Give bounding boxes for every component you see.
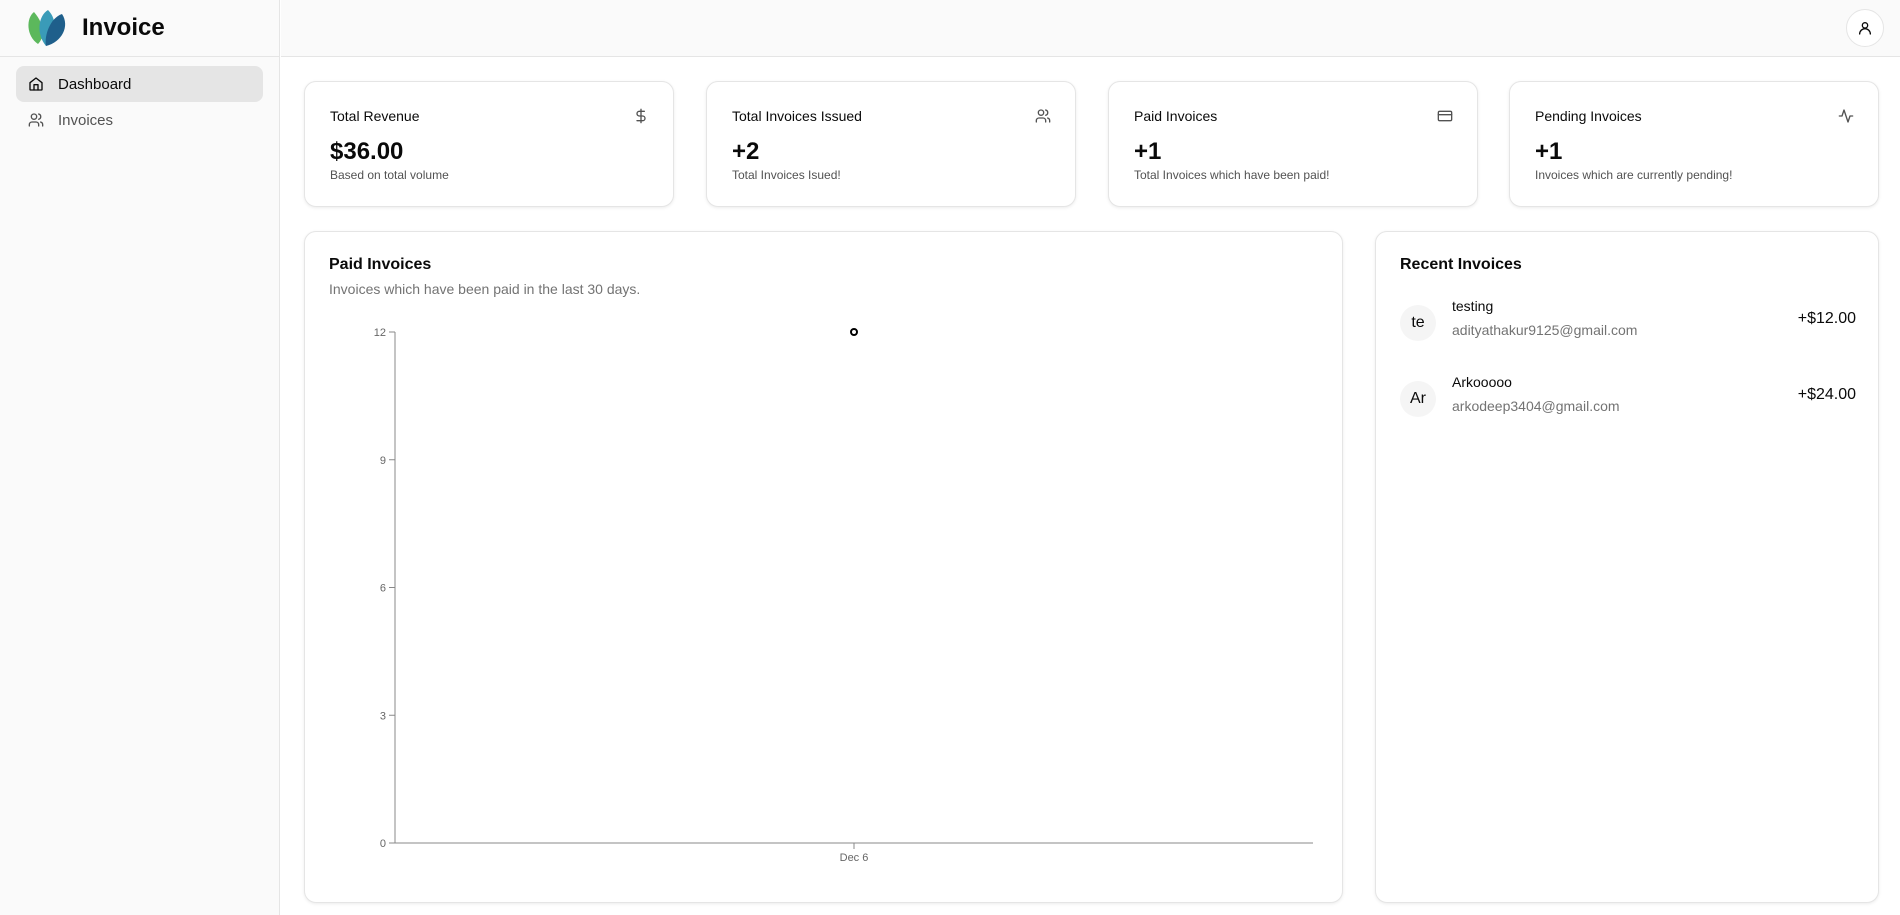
data-point <box>850 328 858 336</box>
recent-invoice-amount: +$12.00 <box>1797 310 1856 327</box>
stat-value: $36.00 <box>330 138 404 165</box>
stat-value: +1 <box>1134 138 1162 165</box>
stat-value: +2 <box>732 138 760 165</box>
credit-card-icon <box>1437 110 1453 122</box>
brand[interactable]: Invoice <box>24 6 165 50</box>
sidebar-item-label: Dashboard <box>58 75 132 93</box>
recent-invoice-name: Arkooooo <box>1452 374 1512 390</box>
recent-invoices-title: Recent Invoices <box>1400 256 1522 273</box>
logo-icon <box>28 10 66 46</box>
stat-title: Total Revenue <box>330 108 420 124</box>
brand-title: Invoice <box>82 14 165 41</box>
recent-invoice-email: arkodeep3404@gmail.com <box>1452 398 1620 414</box>
y-tick-label: 0 <box>380 838 386 850</box>
sidebar-nav: Dashboard Invoices <box>16 66 263 138</box>
sidebar-item-dashboard[interactable]: Dashboard <box>16 66 263 102</box>
sidebar-item-invoices[interactable]: Invoices <box>16 102 263 138</box>
sidebar-divider <box>0 56 280 57</box>
recent-invoice-email: adityathakur9125@gmail.com <box>1452 322 1638 338</box>
sidebar: Invoice Dashboard Invoices <box>0 0 280 915</box>
y-tick-label: 9 <box>380 455 386 467</box>
sidebar-item-label: Invoices <box>58 111 114 129</box>
users-icon <box>1035 109 1051 123</box>
avatar: Ar <box>1400 381 1436 417</box>
stat-title: Pending Invoices <box>1535 108 1642 124</box>
y-tick-label: 3 <box>380 710 386 722</box>
dollar-icon <box>636 108 646 124</box>
stat-subtitle: Invoices which are currently pending! <box>1535 168 1733 182</box>
stat-title: Paid Invoices <box>1134 108 1218 124</box>
stat-subtitle: Total Invoices Isued! <box>732 168 841 182</box>
paid-invoices-chart: 0 3 6 9 12 Dec 6 <box>374 327 1313 864</box>
users-icon <box>28 113 44 127</box>
stat-value: +1 <box>1535 138 1563 165</box>
y-tick-label: 6 <box>380 583 386 595</box>
paid-invoices-chart-card: Paid Invoices Invoices which have been p… <box>304 231 1343 903</box>
stat-card-pending-invoices: Pending Invoices +1 Invoices which are c… <box>1509 81 1879 207</box>
user-icon <box>1859 22 1871 35</box>
user-menu-button[interactable] <box>1846 9 1884 47</box>
stat-card-total-invoices: Total Invoices Issued +2 Total Invoices … <box>706 81 1076 207</box>
recent-invoice-item[interactable]: Ar Arkooooo arkodeep3404@gmail.com +$24.… <box>1400 374 1856 424</box>
stat-card-paid-invoices: Paid Invoices +1 Total Invoices which ha… <box>1108 81 1478 207</box>
avatar: te <box>1400 305 1436 341</box>
recent-invoice-amount: +$24.00 <box>1797 386 1856 403</box>
recent-invoice-item[interactable]: te testing adityathakur9125@gmail.com +$… <box>1400 298 1856 348</box>
y-tick-label: 12 <box>374 327 386 339</box>
home-icon <box>29 77 43 91</box>
stat-card-total-revenue: Total Revenue $36.00 Based on total volu… <box>304 81 674 207</box>
stat-subtitle: Based on total volume <box>330 168 449 182</box>
activity-icon <box>1838 109 1854 123</box>
stat-subtitle: Total Invoices which have been paid! <box>1134 168 1330 182</box>
recent-invoice-name: testing <box>1452 298 1494 314</box>
stat-title: Total Invoices Issued <box>732 108 862 124</box>
topbar <box>281 0 1900 57</box>
recent-invoices-card: Recent Invoices te testing adityathakur9… <box>1375 231 1879 903</box>
x-tick-label: Dec 6 <box>840 852 869 864</box>
